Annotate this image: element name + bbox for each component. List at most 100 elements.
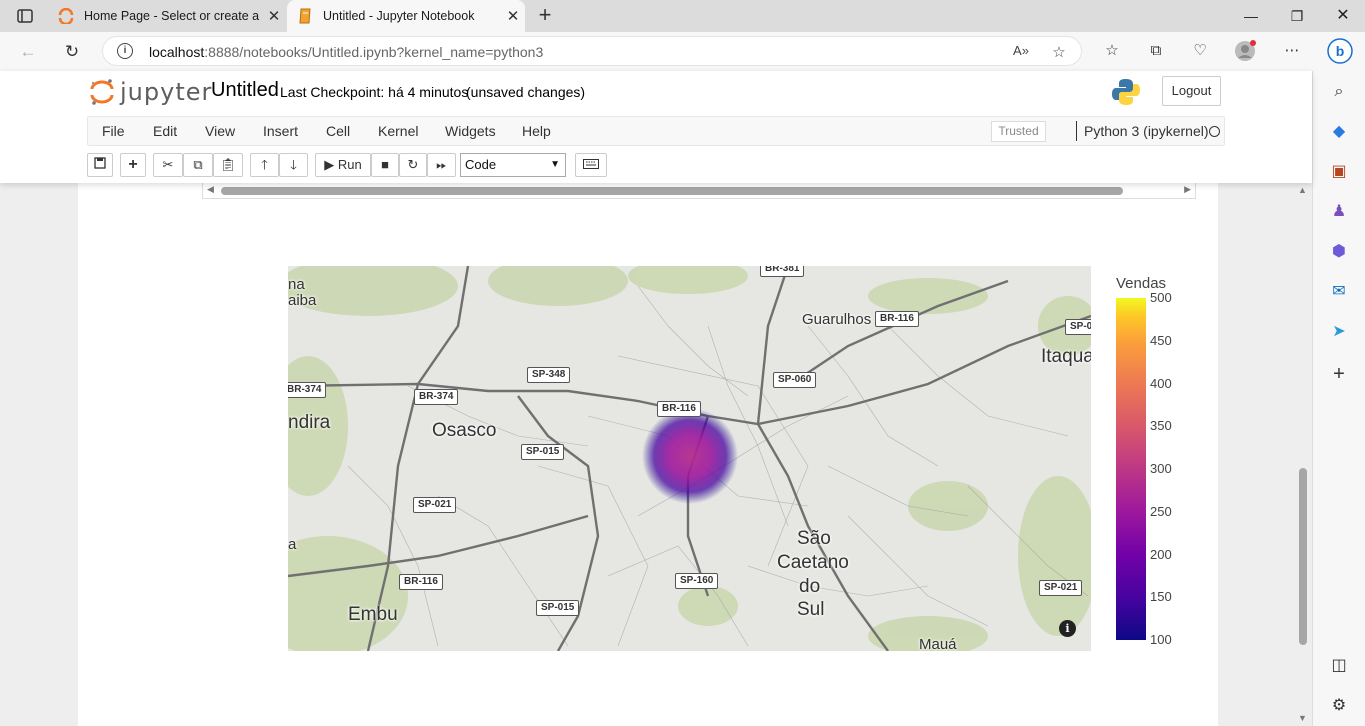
- url-text: localhost:8888/notebooks/Untitled.ipynb?…: [149, 44, 543, 60]
- place-label-embu: Embu: [348, 604, 398, 625]
- address-bar[interactable]: i localhost:8888/notebooks/Untitled.ipyn…: [102, 36, 1082, 66]
- games-icon[interactable]: ♟: [1328, 201, 1350, 223]
- restart-button[interactable]: ↻: [399, 153, 427, 177]
- scroll-down-icon[interactable]: ▼: [1298, 713, 1307, 723]
- scroll-left-icon[interactable]: ◀: [207, 184, 214, 195]
- vertical-scroll-thumb[interactable]: [1299, 468, 1307, 645]
- jupyter-header: jupyter Untitled Last Checkpoint: há 4 m…: [0, 71, 1312, 183]
- cell-type-select[interactable]: Code ▼: [460, 153, 566, 177]
- run-icon: ▶: [324, 157, 335, 172]
- cell-type-value: Code: [465, 157, 497, 172]
- site-info-icon[interactable]: i: [117, 43, 133, 59]
- refresh-icon[interactable]: ↻: [58, 38, 86, 66]
- performance-icon[interactable]: ♡: [1189, 40, 1211, 62]
- collections-icon[interactable]: ⧉: [1145, 40, 1167, 62]
- colorbar-tick-label: 150: [1150, 589, 1172, 605]
- restore-icon[interactable]: ❐: [1274, 0, 1320, 32]
- map-tiles: [288, 266, 1091, 651]
- tab-actions-icon[interactable]: [8, 4, 42, 28]
- road-shield-br374-left: BR-374: [288, 382, 327, 398]
- search-icon[interactable]: ⌕: [1328, 81, 1350, 103]
- page-vertical-scrollbar[interactable]: ▲ ▼: [1296, 183, 1310, 726]
- tools-icon[interactable]: ▣: [1328, 161, 1350, 183]
- road-shield-sp060: SP-060: [773, 372, 817, 388]
- profile-avatar[interactable]: [1234, 40, 1256, 62]
- read-aloud-icon[interactable]: A»: [1011, 43, 1031, 58]
- menu-help[interactable]: Help: [522, 117, 551, 145]
- menu-cell[interactable]: Cell: [326, 117, 350, 145]
- horizontal-scroll-thumb[interactable]: [221, 187, 1123, 195]
- back-arrow-icon[interactable]: ←: [14, 38, 42, 66]
- place-label-na: na: [288, 276, 305, 293]
- python-logo-icon: [1112, 79, 1140, 105]
- command-palette-button[interactable]: [575, 153, 607, 177]
- shopping-tag-icon[interactable]: ◆: [1328, 121, 1350, 143]
- menu-kernel[interactable]: Kernel: [378, 117, 418, 145]
- paste-button[interactable]: 📋︎: [213, 153, 243, 177]
- add-sidebar-app-icon[interactable]: +: [1328, 363, 1350, 385]
- browser-tab-notebook[interactable]: Untitled - Jupyter Notebook ✕: [287, 0, 525, 32]
- menu-widgets[interactable]: Widgets: [445, 117, 496, 145]
- edge-sidebar: ⌕ ◆ ▣ ♟ ⬢ ✉ ➤ + ◫ ⚙: [1312, 71, 1365, 726]
- bing-copilot-icon[interactable]: b: [1327, 38, 1353, 64]
- copy-button[interactable]: ⧉: [183, 153, 213, 177]
- close-tab-icon[interactable]: ✕: [262, 7, 286, 25]
- kernel-name[interactable]: Python 3 (ipykernel): [1084, 117, 1209, 145]
- move-down-button[interactable]: 🡓︎: [279, 153, 308, 177]
- settings-gear-icon[interactable]: ⚙: [1328, 695, 1350, 717]
- density-map[interactable]: na aiba Guarulhos Itaquaq ndira Osasco a…: [288, 266, 1091, 651]
- cut-button[interactable]: ✂: [153, 153, 183, 177]
- kernel-separator: [1076, 121, 1077, 141]
- insert-cell-button[interactable]: +: [120, 153, 146, 177]
- jupyter-logo-text: jupyter: [120, 78, 213, 106]
- colorbar: [1116, 298, 1146, 640]
- road-shield-br374: BR-374: [414, 389, 459, 405]
- run-button[interactable]: ▶ Run: [315, 153, 371, 177]
- colorbar-tick-label: 500: [1150, 290, 1172, 305]
- scroll-right-icon[interactable]: ▶: [1184, 184, 1191, 195]
- colorbar-tick-label: 250: [1150, 503, 1172, 519]
- url-path: :8888/notebooks/Untitled.ipynb?kernel_na…: [204, 44, 544, 60]
- road-shield-br116-center: BR-116: [657, 401, 701, 417]
- trusted-badge[interactable]: Trusted: [991, 121, 1046, 142]
- menu-file[interactable]: File: [102, 117, 125, 145]
- place-label-osasco: Osasco: [432, 420, 497, 441]
- road-shield-sp015: SP-015: [521, 444, 565, 460]
- more-menu-icon[interactable]: ⋯: [1281, 40, 1303, 62]
- notebook-title[interactable]: Untitled: [211, 79, 279, 102]
- close-tab-icon[interactable]: ✕: [501, 7, 525, 25]
- jupyter-logo[interactable]: jupyter: [90, 77, 212, 107]
- menu-edit[interactable]: Edit: [153, 117, 177, 145]
- density-hotspot[interactable]: [642, 408, 738, 504]
- sidebar-layout-icon[interactable]: ◫: [1328, 655, 1350, 677]
- notebook-favicon-icon: [297, 8, 313, 24]
- minimize-icon[interactable]: —: [1228, 0, 1274, 32]
- jupyter-logo-icon: [90, 79, 114, 105]
- colorbar-tick-label: 400: [1150, 375, 1172, 391]
- send-icon[interactable]: ➤: [1328, 321, 1350, 343]
- logout-button[interactable]: Logout: [1162, 76, 1221, 106]
- favorite-star-icon[interactable]: ☆: [1049, 43, 1069, 61]
- menu-view[interactable]: View: [205, 117, 235, 145]
- close-window-icon[interactable]: ✕: [1320, 0, 1365, 32]
- microsoft365-icon[interactable]: ⬢: [1328, 241, 1350, 263]
- place-label-guarulhos: Guarulhos: [802, 311, 872, 328]
- restart-run-all-button[interactable]: ⏩︎: [427, 153, 456, 177]
- road-shield-sp021-right: SP-021: [1039, 580, 1083, 596]
- output-horizontal-scrollbar[interactable]: ◀ ▶: [202, 183, 1196, 199]
- colorbar-tick-label: 450: [1150, 332, 1172, 348]
- interrupt-button[interactable]: ■: [371, 153, 399, 177]
- outlook-icon[interactable]: ✉: [1328, 281, 1350, 303]
- menu-insert[interactable]: Insert: [263, 117, 298, 145]
- save-button[interactable]: [87, 153, 113, 177]
- map-attribution-info-icon[interactable]: i: [1059, 620, 1076, 637]
- new-tab-button[interactable]: +: [532, 3, 558, 29]
- place-label-caetano: Caetano: [777, 552, 849, 573]
- place-label-a: a: [288, 536, 297, 553]
- road-shield-br116: BR-116: [875, 311, 919, 327]
- move-up-button[interactable]: 🡑︎: [250, 153, 279, 177]
- scroll-up-icon[interactable]: ▲: [1298, 185, 1307, 195]
- favorites-icon[interactable]: ☆: [1101, 40, 1123, 62]
- road-shield-sp015-bottom: SP-015: [536, 600, 580, 616]
- browser-tab-home[interactable]: Home Page - Select or create a n ✕: [48, 0, 286, 32]
